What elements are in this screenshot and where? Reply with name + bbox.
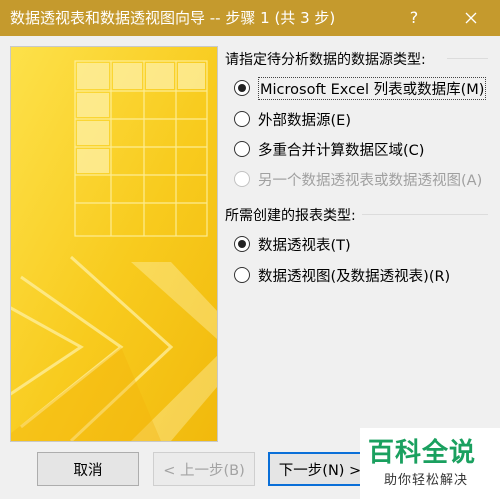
option-pivot-table-label: 数据透视表(T) — [258, 237, 351, 254]
radio-pivot-chart[interactable] — [234, 267, 250, 283]
help-button[interactable]: ? — [402, 0, 426, 36]
window-title: 数据透视表和数据透视图向导 -- 步骤 1 (共 3 步) — [10, 9, 336, 27]
back-button: < 上一步(B) — [153, 452, 255, 486]
next-button[interactable]: 下一步(N) > — [268, 452, 372, 486]
close-button[interactable] — [456, 0, 486, 36]
radio-another-pivot — [234, 171, 250, 187]
option-external-source-label: 外部数据源(E) — [258, 112, 351, 129]
report-section-heading: 所需创建的报表类型: — [225, 208, 356, 224]
option-multiple-ranges-label: 多重合并计算数据区域(C) — [258, 142, 425, 159]
title-bar: 数据透视表和数据透视图向导 -- 步骤 1 (共 3 步) ? — [0, 0, 500, 36]
report-section-divider — [362, 214, 488, 215]
watermark: 百科全说 助你轻松解决 — [360, 428, 500, 499]
cancel-button[interactable]: 取消 — [37, 452, 139, 486]
option-excel-list-label: Microsoft Excel 列表或数据库(M) — [258, 76, 487, 100]
option-another-pivot: 另一个数据透视表或数据透视图(A) — [234, 168, 482, 190]
option-another-pivot-label: 另一个数据透视表或数据透视图(A) — [258, 172, 483, 189]
option-pivot-chart-label: 数据透视图(及数据透视表)(R) — [258, 268, 451, 285]
option-pivot-chart[interactable]: 数据透视图(及数据透视表)(R) — [234, 264, 450, 286]
radio-pivot-table[interactable] — [234, 236, 250, 252]
wizard-banner-image — [10, 46, 218, 442]
radio-external-source[interactable] — [234, 111, 250, 127]
watermark-brand: 百科全说 — [368, 438, 477, 468]
option-excel-list[interactable]: Microsoft Excel 列表或数据库(M) — [234, 76, 487, 100]
radio-multiple-ranges[interactable] — [234, 141, 250, 157]
pivot-wizard-banner — [11, 47, 217, 441]
radio-excel-list[interactable] — [234, 80, 250, 96]
pivot-wizard-dialog: 数据透视表和数据透视图向导 -- 步骤 1 (共 3 步) ? 请指定待分析数据… — [0, 0, 500, 499]
source-section-heading: 请指定待分析数据的数据源类型: — [225, 52, 426, 68]
option-multiple-ranges[interactable]: 多重合并计算数据区域(C) — [234, 138, 424, 160]
source-section-divider — [447, 58, 488, 59]
option-external-source[interactable]: 外部数据源(E) — [234, 108, 351, 130]
watermark-slogan: 助你轻松解决 — [384, 473, 469, 488]
option-pivot-table[interactable]: 数据透视表(T) — [234, 233, 351, 255]
close-icon — [465, 12, 477, 24]
